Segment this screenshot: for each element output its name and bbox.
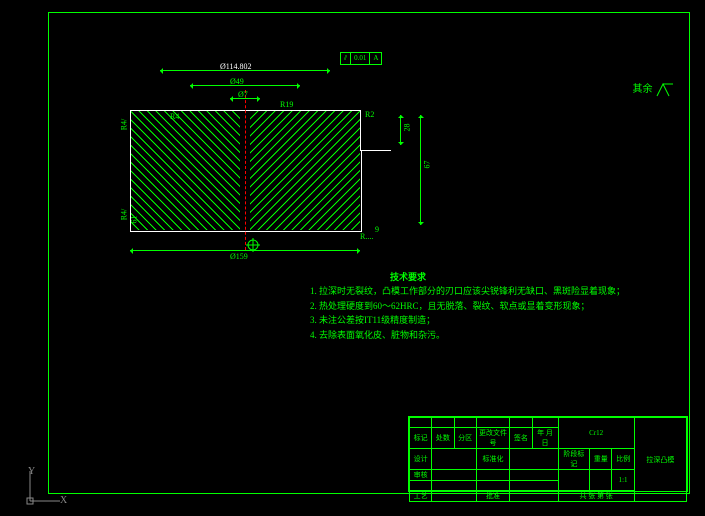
dim-line-rv2 bbox=[420, 115, 421, 225]
scale-value: 1:1 bbox=[612, 470, 634, 491]
sheet-footer: 共 张 第 张 bbox=[558, 491, 634, 502]
cad-viewport: Y X Ø114.802 Ø49 Ø7 R4 R19 R2 Ø159 28 67… bbox=[0, 0, 705, 516]
gtol-datum: A bbox=[370, 53, 381, 64]
dim-radius-left: R4 bbox=[170, 112, 179, 121]
row-proc: 工艺 bbox=[410, 491, 432, 502]
tech-req-item: 1. 拉深时无裂纹，凸模工作部分的刃口应该尖锐锋利无缺口、黑斑险显着现象； bbox=[310, 284, 625, 298]
centerline-v bbox=[245, 90, 246, 250]
gtol-value: 0.01 bbox=[351, 53, 370, 64]
row-check: 审核 bbox=[410, 470, 432, 481]
col-scale: 比例 bbox=[612, 449, 634, 470]
dim-line-rv1 bbox=[400, 115, 401, 145]
hdr-mark: 标记 bbox=[410, 428, 432, 449]
default-roughness: 其余 bbox=[633, 80, 676, 98]
hdr-docno: 更改文件号 bbox=[476, 428, 509, 449]
material-cell: Cr12 bbox=[558, 418, 634, 449]
col-stage: 阶段标记 bbox=[558, 449, 590, 470]
row-approve: 批准 bbox=[476, 491, 509, 502]
dim-top2: Ø49 bbox=[230, 77, 244, 86]
dim-top3: Ø7 bbox=[238, 90, 248, 99]
hdr-zone: 分区 bbox=[454, 428, 476, 449]
hdr-sign: 签名 bbox=[510, 428, 532, 449]
datum-a bbox=[246, 238, 260, 254]
section-drawing: Ø114.802 Ø49 Ø7 R4 R19 R2 Ø159 28 67 9 6… bbox=[100, 60, 400, 280]
part-outline bbox=[130, 110, 362, 232]
tech-req-item: 4. 去除表面氧化皮、脏物和杂污。 bbox=[310, 328, 625, 342]
gtol-frame: ⫽ 0.01 A bbox=[340, 52, 382, 65]
row-design: 设计 bbox=[410, 449, 432, 470]
dim-line-top2 bbox=[190, 85, 300, 86]
surface-mark-3: R.... bbox=[360, 232, 373, 241]
gtol-symbol: ⫽ bbox=[341, 53, 351, 64]
technical-requirements: 技术要求 1. 拉深时无裂纹，凸模工作部分的刃口应该尖锐锋利无缺口、黑斑险显着现… bbox=[310, 270, 625, 342]
dim-line-bottom bbox=[130, 250, 360, 251]
dim-top1: Ø114.802 bbox=[220, 62, 251, 71]
rough-label: 其余 bbox=[633, 84, 653, 95]
title-block: Cr12 拉深凸模 标记 处数 分区 更改文件号 签名 年 月 日 设计 标准化… bbox=[408, 416, 688, 492]
hdr-count: 处数 bbox=[432, 428, 454, 449]
dim-right-small: 9 bbox=[375, 225, 379, 234]
ucs-y-label: Y bbox=[28, 466, 35, 477]
surface-mark-2: R4/ bbox=[119, 209, 128, 221]
col-weight: 重量 bbox=[590, 449, 612, 470]
tech-req-item: 3. 未注公差按IT11级精度制造； bbox=[310, 313, 625, 327]
ucs-x-label: X bbox=[60, 495, 67, 506]
hdr-date: 年 月 日 bbox=[532, 428, 558, 449]
dim-right-v2: 67 bbox=[423, 161, 432, 169]
row-std: 标准化 bbox=[476, 449, 509, 470]
part-name-cell: 拉深凸模 bbox=[634, 418, 686, 502]
surface-mark-1: R4/ bbox=[119, 119, 128, 131]
dim-radius-mid: R19 bbox=[280, 100, 293, 109]
tech-req-item: 2. 热处理硬度到60～62HRC，且无脱落、裂纹、软点或显着变形现象； bbox=[310, 299, 625, 313]
dim-right-v1: 28 bbox=[403, 124, 412, 132]
dim-left-small: 61 bbox=[130, 216, 139, 224]
ucs-icon: Y X bbox=[20, 466, 60, 506]
dim-radius-right: R2 bbox=[365, 110, 374, 119]
tech-req-title: 技术要求 bbox=[390, 270, 625, 284]
